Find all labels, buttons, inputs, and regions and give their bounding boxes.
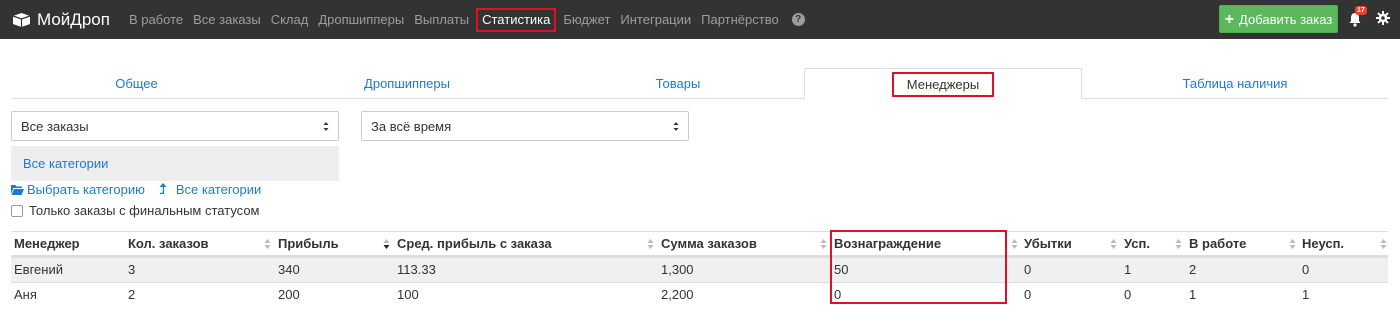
sort-icon[interactable] xyxy=(1175,238,1182,250)
table-header-row: Менеджер Кол. заказов Прибыль Сред. приб… xyxy=(11,231,1388,257)
choose-category-link[interactable]: Выбрать категорию xyxy=(11,182,145,197)
add-order-label: Добавить заказ xyxy=(1239,11,1333,27)
brand-logo-link[interactable]: МойДроп xyxy=(12,10,110,30)
sort-caret-icon xyxy=(323,122,329,131)
final-status-checkbox-label: Только заказы с финальным статусом xyxy=(29,203,260,218)
sort-caret-icon xyxy=(673,122,679,131)
tab-general[interactable]: Общее xyxy=(11,68,262,99)
cell-avg-profit: 113.33 xyxy=(397,262,436,277)
folder-open-icon xyxy=(11,184,24,195)
cell-reward: 50 xyxy=(834,262,849,277)
cell-manager: Аня xyxy=(14,287,37,302)
column-header-in-progress[interactable]: В работе xyxy=(1186,232,1246,256)
notification-count-badge: 17 xyxy=(1355,6,1367,15)
cell-successful: 0 xyxy=(1124,287,1132,302)
tab-label: Товары xyxy=(655,76,701,91)
tab-label: Общее xyxy=(115,76,158,91)
brand-name: МойДроп xyxy=(37,9,110,29)
current-category-label: Все категории xyxy=(23,156,109,171)
sort-icon[interactable] xyxy=(1380,238,1387,250)
category-links: Выбрать категорию Все категории xyxy=(11,181,275,197)
column-header-unsuccessful[interactable]: Неусп. xyxy=(1299,232,1344,256)
sort-icon[interactable] xyxy=(647,238,654,250)
column-header-profit[interactable]: Прибыль xyxy=(275,232,339,256)
statistics-tabs: Общее Дропшипперы Товары Менеджеры Табли… xyxy=(11,68,1388,100)
column-header-orders-sum[interactable]: Сумма заказов xyxy=(658,232,757,256)
cell-orders-sum: 2,200 xyxy=(661,287,694,302)
add-order-button[interactable]: + Добавить заказ xyxy=(1219,5,1338,33)
table-row: Аня 2 200 100 2,200 0 0 0 1 1 xyxy=(11,282,1388,307)
plus-icon: + xyxy=(1224,10,1235,28)
cell-orders-sum: 1,300 xyxy=(661,262,694,277)
cell-manager: Евгений xyxy=(14,262,63,277)
final-status-filter: Только заказы с финальным статусом xyxy=(11,203,260,218)
sort-icon[interactable] xyxy=(1011,238,1018,250)
box-logo-icon xyxy=(12,13,31,27)
managers-table: Менеджер Кол. заказов Прибыль Сред. приб… xyxy=(11,231,1388,307)
cell-losses: 0 xyxy=(1024,287,1032,302)
level-up-icon xyxy=(159,183,167,194)
choose-category-label: Выбрать категорию xyxy=(27,181,145,197)
cell-in-progress: 2 xyxy=(1189,262,1197,277)
tab-label: Дропшипперы xyxy=(364,76,450,91)
cell-reward: 0 xyxy=(834,287,842,302)
nav-item-statistics[interactable]: Статистика xyxy=(476,7,557,32)
cell-profit: 200 xyxy=(278,287,300,302)
nav-item-partnership[interactable]: Партнёрство xyxy=(696,8,784,32)
sort-icon[interactable] xyxy=(1110,238,1117,250)
final-status-checkbox[interactable] xyxy=(11,204,23,217)
period-select[interactable]: За всё время xyxy=(361,111,689,141)
all-categories-link[interactable]: Все категории xyxy=(159,182,261,197)
period-select-value: За всё время xyxy=(371,118,452,134)
cell-unsuccessful: 0 xyxy=(1302,262,1310,277)
nav-item-integrations[interactable]: Интеграции xyxy=(615,8,696,32)
tab-managers[interactable]: Менеджеры xyxy=(804,68,1082,100)
nav-item-in-progress[interactable]: В работе xyxy=(124,8,188,32)
sort-icon[interactable] xyxy=(1289,238,1296,250)
cell-orders-count: 2 xyxy=(128,287,136,302)
tab-dropshippers[interactable]: Дропшипперы xyxy=(262,68,552,99)
cell-losses: 0 xyxy=(1024,262,1032,277)
orders-select[interactable]: Все заказы xyxy=(11,111,339,141)
column-header-reward[interactable]: Вознаграждение xyxy=(831,232,941,256)
tab-availability-table[interactable]: Таблица наличия xyxy=(1082,68,1388,99)
nav-item-all-orders[interactable]: Все заказы xyxy=(188,8,266,32)
all-categories-label: Все категории xyxy=(175,181,262,197)
sort-desc-icon[interactable] xyxy=(383,238,390,250)
nav-item-dropshippers[interactable]: Дропшипперы xyxy=(313,8,409,32)
gear-icon[interactable] xyxy=(1376,11,1390,25)
main-nav: В работе Все заказы Склад Дропшипперы Вы… xyxy=(124,7,805,32)
nav-item-payouts[interactable]: Выплаты xyxy=(409,8,474,32)
column-header-orders-count[interactable]: Кол. заказов xyxy=(125,232,209,256)
column-header-losses[interactable]: Убытки xyxy=(1021,232,1072,256)
question-circle-icon[interactable]: ? xyxy=(791,13,805,26)
column-header-avg-profit[interactable]: Сред. прибыль с заказа xyxy=(394,232,552,256)
cell-successful: 1 xyxy=(1124,262,1132,277)
tab-label: Менеджеры xyxy=(891,71,995,97)
tab-products[interactable]: Товары xyxy=(552,68,804,99)
sort-icon[interactable] xyxy=(820,238,827,250)
sort-icon[interactable] xyxy=(264,238,271,250)
orders-select-value: Все заказы xyxy=(21,118,89,134)
cell-unsuccessful: 1 xyxy=(1302,287,1310,302)
column-header-successful[interactable]: Усп. xyxy=(1121,232,1150,256)
cell-avg-profit: 100 xyxy=(397,287,419,302)
cell-in-progress: 1 xyxy=(1189,287,1197,302)
nav-item-budget[interactable]: Бюджет xyxy=(558,8,615,32)
top-navbar: МойДроп В работе Все заказы Склад Дропши… xyxy=(0,0,1400,39)
nav-item-warehouse[interactable]: Склад xyxy=(266,8,314,32)
cell-profit: 340 xyxy=(278,262,300,277)
cell-orders-count: 3 xyxy=(128,262,136,277)
column-header-manager[interactable]: Менеджер xyxy=(11,232,80,256)
current-category[interactable]: Все категории xyxy=(11,146,339,181)
table-row: Евгений 3 340 113.33 1,300 50 0 1 2 0 xyxy=(11,257,1388,282)
tab-label: Таблица наличия xyxy=(1182,76,1288,91)
